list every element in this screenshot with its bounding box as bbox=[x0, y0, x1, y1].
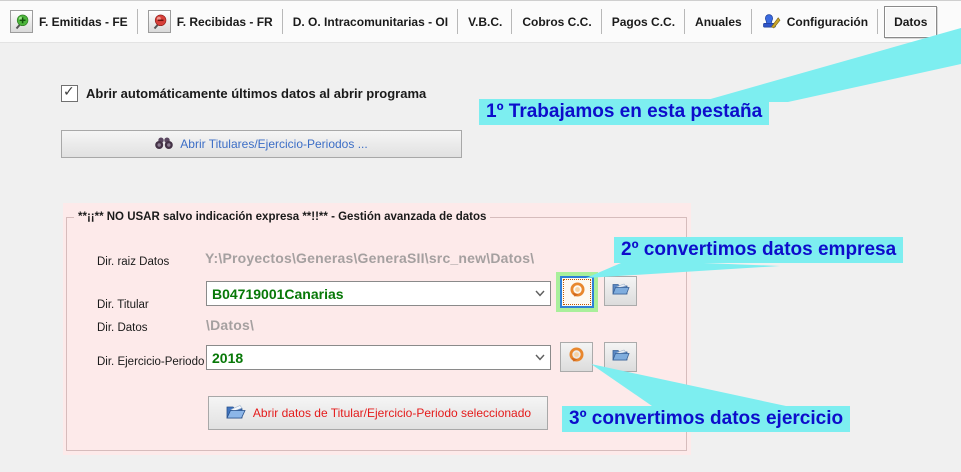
tab-anuales[interactable]: Anuales bbox=[685, 1, 752, 42]
tab-label: F. Recibidas - FR bbox=[177, 15, 273, 29]
binoculars-icon bbox=[155, 136, 173, 153]
convert-refresh-icon bbox=[569, 281, 586, 303]
dir-ejercicio-periodo-combobox[interactable]: 2018 bbox=[206, 345, 551, 370]
tab-label: V.B.C. bbox=[468, 15, 502, 29]
auto-open-checkbox-label: Abrir automáticamente últimos datos al a… bbox=[86, 86, 426, 101]
convert-refresh-icon bbox=[568, 346, 585, 368]
dir-titular-combobox-value: B04719001Canarias bbox=[207, 286, 530, 302]
tab-vbc[interactable]: V.B.C. bbox=[458, 1, 512, 42]
convert-titular-button[interactable] bbox=[560, 276, 594, 308]
dir-titular-label: Dir. Titular bbox=[97, 299, 149, 311]
auto-open-checkbox-row: Abrir automáticamente últimos datos al a… bbox=[61, 85, 426, 102]
auto-open-checkbox[interactable] bbox=[61, 85, 78, 102]
tab-label: F. Emitidas - FE bbox=[39, 15, 128, 29]
open-folder-icon bbox=[611, 281, 630, 301]
browse-ejercicio-folder-button[interactable] bbox=[604, 342, 637, 372]
browse-titular-folder-button[interactable] bbox=[604, 276, 637, 306]
open-selected-data-button-label: Abrir datos de Titular/Ejercicio-Periodo… bbox=[253, 406, 531, 420]
dir-ejercicio-periodo-label: Dir. Ejercicio-Periodo bbox=[97, 356, 204, 368]
tab-label: D. O. Intracomunitarias - OI bbox=[293, 15, 448, 29]
annotation-step-1: 1º Trabajamos en esta pestaña bbox=[479, 99, 769, 125]
green-plus-pin-icon bbox=[10, 10, 33, 33]
tab-label: Datos bbox=[894, 15, 927, 29]
tab-pagos[interactable]: Pagos C.C. bbox=[602, 1, 685, 42]
dir-raiz-datos-label: Dir. raiz Datos bbox=[97, 256, 169, 268]
open-titulares-button[interactable]: Abrir Titulares/Ejercicio-Periodos ... bbox=[61, 130, 462, 158]
tab-label: Configuración bbox=[787, 15, 868, 29]
annotation-step-3: 3º convertimos datos ejercicio bbox=[562, 406, 850, 432]
tab-configuracion[interactable]: Configuración bbox=[752, 1, 878, 42]
annotation-step-2: 2º convertimos datos empresa bbox=[614, 237, 903, 263]
tab-f-emitidas[interactable]: F. Emitidas - FE bbox=[0, 1, 138, 42]
open-folder-icon bbox=[611, 347, 630, 367]
tab-bar: F. Emitidas - FE F. Recibidas - FR D. O.… bbox=[0, 0, 961, 43]
open-titulares-button-label: Abrir Titulares/Ejercicio-Periodos ... bbox=[180, 137, 367, 151]
tab-intracomunitarias[interactable]: D. O. Intracomunitarias - OI bbox=[283, 1, 458, 42]
dir-titular-combobox[interactable]: B04719001Canarias bbox=[206, 281, 551, 306]
tab-label: Pagos C.C. bbox=[612, 15, 675, 29]
open-selected-data-button[interactable]: Abrir datos de Titular/Ejercicio-Periodo… bbox=[208, 396, 548, 430]
app-window: F. Emitidas - FE F. Recibidas - FR D. O.… bbox=[0, 0, 961, 472]
folder-icon bbox=[225, 403, 246, 423]
tab-label: Cobros C.C. bbox=[522, 15, 591, 29]
tab-f-recibidas[interactable]: F. Recibidas - FR bbox=[138, 1, 283, 42]
dir-raiz-datos-value: Y:\Proyectos\Generas\GeneraSII\src_new\D… bbox=[205, 250, 534, 266]
dir-datos-label: Dir. Datos bbox=[97, 322, 148, 334]
tab-label: Anuales bbox=[695, 15, 742, 29]
stamp-icon bbox=[762, 12, 781, 32]
dir-datos-value: \Datos\ bbox=[206, 317, 254, 333]
chevron-down-icon[interactable] bbox=[530, 354, 550, 361]
convert-ejercicio-button[interactable] bbox=[560, 342, 593, 372]
red-minus-pin-icon bbox=[148, 10, 171, 33]
advanced-data-panel-title: **¡¡** NO USAR salvo indicación expresa … bbox=[74, 211, 490, 223]
dir-ejercicio-periodo-combobox-value: 2018 bbox=[207, 350, 530, 366]
tab-cobros[interactable]: Cobros C.C. bbox=[512, 1, 601, 42]
tab-datos[interactable]: Datos bbox=[884, 6, 937, 38]
chevron-down-icon[interactable] bbox=[530, 290, 550, 297]
